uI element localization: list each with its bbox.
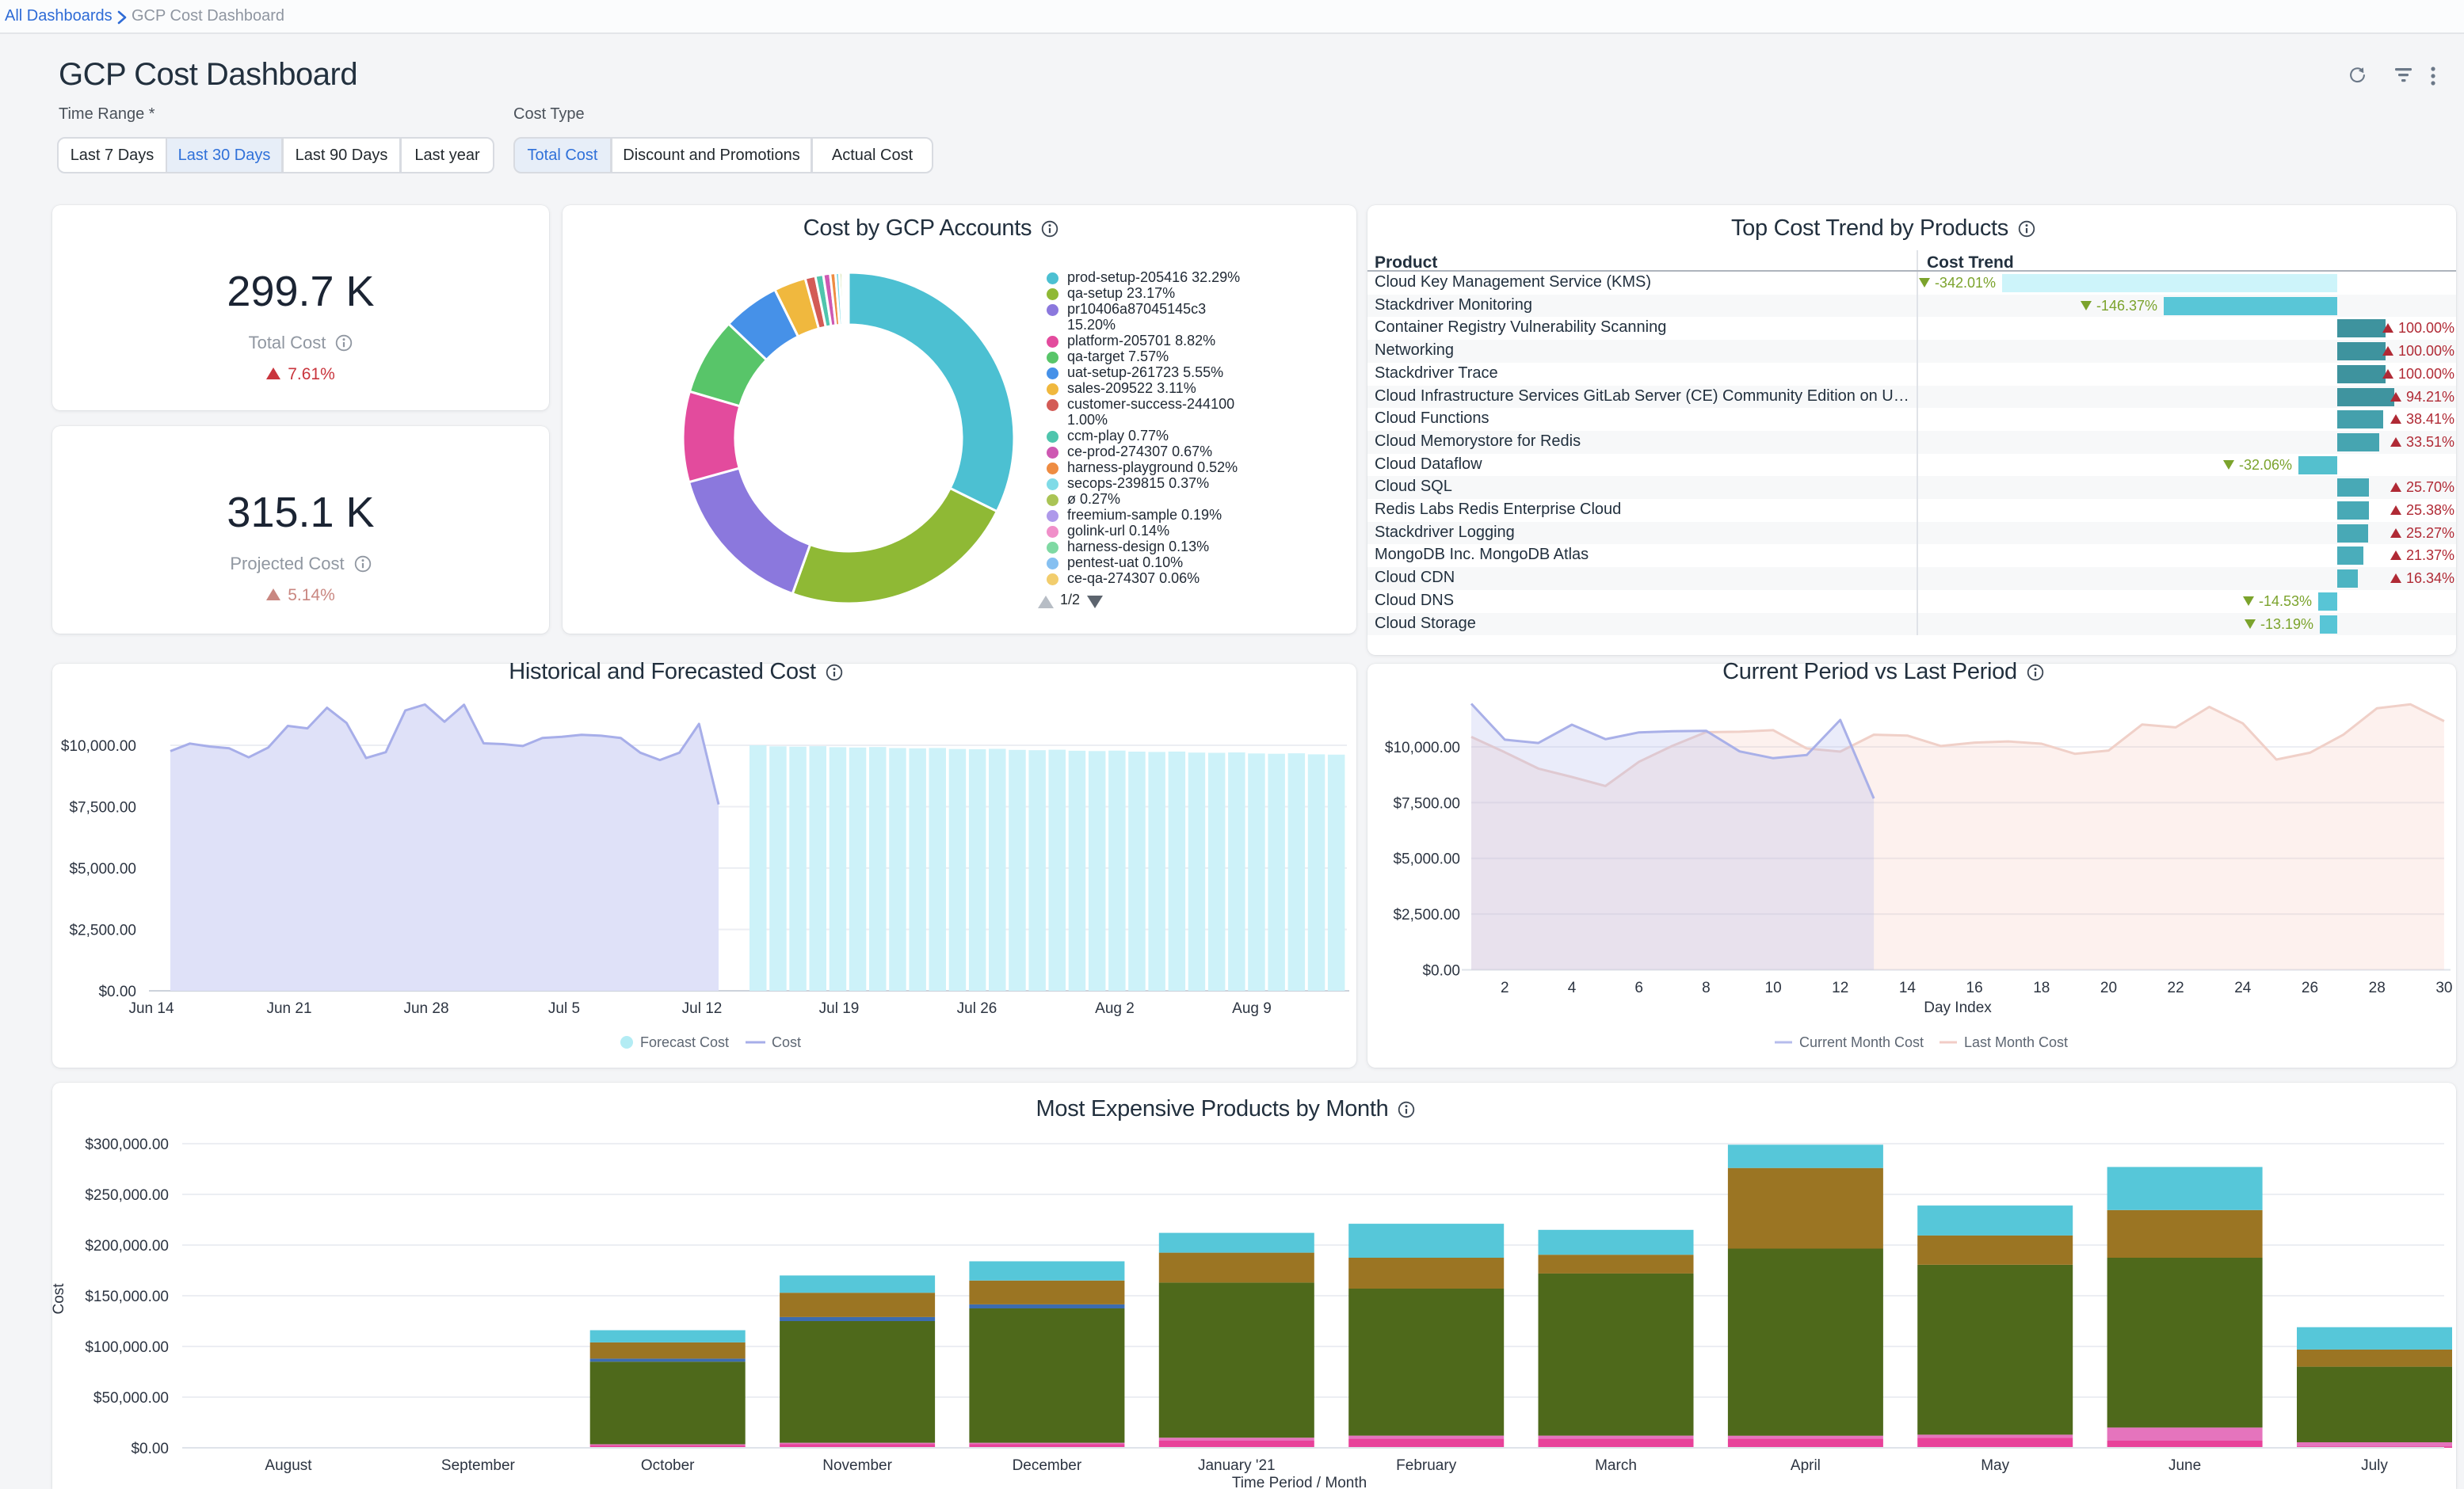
svg-text:July: July xyxy=(2361,1457,2388,1474)
svg-text:March: March xyxy=(1595,1457,1637,1474)
svg-text:February: February xyxy=(1396,1457,1457,1474)
svg-text:$100,000.00: $100,000.00 xyxy=(85,1339,169,1356)
svg-text:April: April xyxy=(1791,1457,1821,1474)
svg-text:$300,000.00: $300,000.00 xyxy=(85,1137,169,1153)
svg-text:September: September xyxy=(441,1457,516,1474)
svg-text:$150,000.00: $150,000.00 xyxy=(85,1289,169,1305)
svg-text:Cost: Cost xyxy=(51,1283,67,1315)
svg-text:$250,000.00: $250,000.00 xyxy=(85,1187,169,1204)
svg-text:November: November xyxy=(822,1457,892,1474)
svg-text:$0.00: $0.00 xyxy=(131,1441,169,1457)
svg-text:Time Period / Month: Time Period / Month xyxy=(1232,1475,1367,1489)
svg-text:$50,000.00: $50,000.00 xyxy=(93,1390,169,1407)
svg-text:$200,000.00: $200,000.00 xyxy=(85,1238,169,1255)
svg-text:August: August xyxy=(265,1457,312,1474)
svg-text:October: October xyxy=(641,1457,695,1474)
svg-text:June: June xyxy=(2168,1457,2201,1474)
svg-text:January '21: January '21 xyxy=(1198,1457,1276,1474)
svg-text:May: May xyxy=(1981,1457,2009,1474)
svg-text:December: December xyxy=(1013,1457,1082,1474)
